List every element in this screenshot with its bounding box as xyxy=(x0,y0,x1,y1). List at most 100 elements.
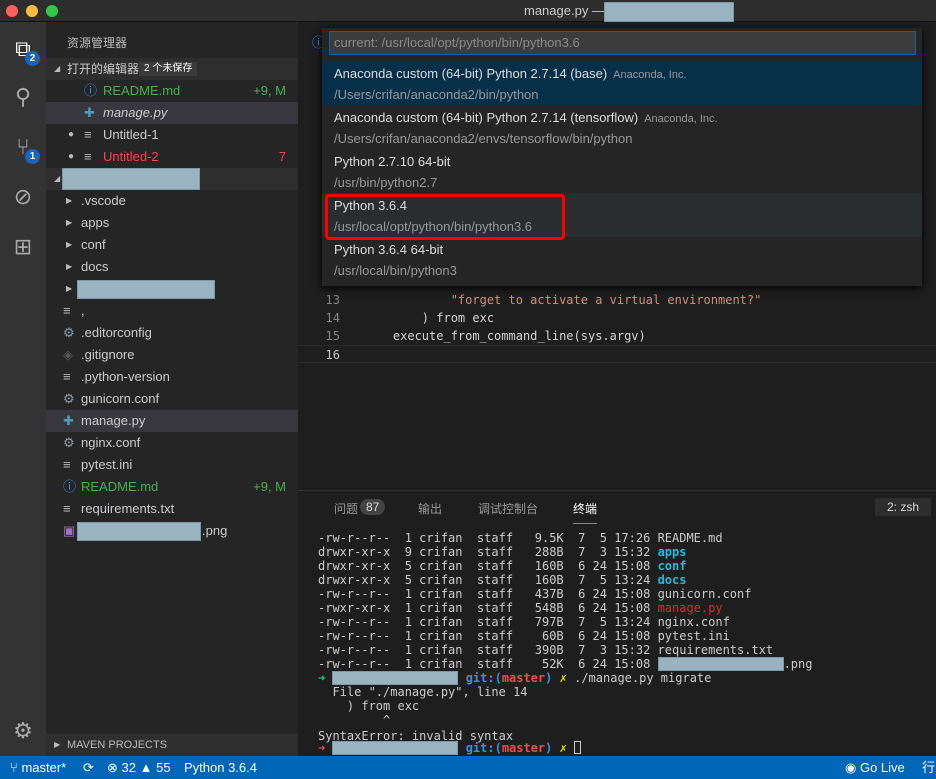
chevron-right-icon: ▶ xyxy=(66,196,73,205)
prompt-arrow-icon: ➜ xyxy=(318,671,333,685)
ls-info: drwxr-xr-x 9 crifan staff 288B 7 3 15:32 xyxy=(318,545,658,559)
tree-item[interactable]: ▶ xyxy=(46,278,298,300)
file-name: .png xyxy=(202,523,228,538)
tree-item[interactable]: ✚ manage.py xyxy=(46,410,298,432)
tree-item[interactable]: ⚙ .editorconfig xyxy=(46,322,298,344)
explorer-icon[interactable]: ⧉ 2 xyxy=(0,26,46,72)
interpreter-option[interactable]: Anaconda custom (64-bit) Python 2.7.14 (… xyxy=(322,105,922,149)
scm-badge: 1 xyxy=(25,149,40,164)
ls-info: -rw-r--r-- 1 crifan staff 60B 6 24 15:08 xyxy=(318,629,658,643)
branch-name: master* xyxy=(21,760,67,775)
file-name: Untitled-2 xyxy=(103,149,159,164)
tree-item[interactable]: ⚙ nginx.conf xyxy=(46,432,298,454)
ls-info: -rw-r--r-- 1 crifan staff 437B 6 24 15:0… xyxy=(318,587,658,601)
code-line[interactable]: 15 execute_from_command_line(sys.argv) xyxy=(298,327,936,345)
terminal-line: -rwxr-xr-x 1 crifan staff 548B 6 24 15:0… xyxy=(318,601,723,615)
terminal-line: -rw-r--r-- 1 crifan staff 9.5K 7 5 17:26… xyxy=(318,531,723,545)
unsaved-badge: 2 个未保存 xyxy=(139,62,198,76)
line-indicator[interactable]: 行 xyxy=(922,756,935,779)
problems-count-badge: 87 xyxy=(360,499,386,515)
git-prefix: git:( xyxy=(465,671,502,685)
image-icon: ▣ xyxy=(63,523,76,538)
tree-item[interactable]: ≡, xyxy=(46,300,298,322)
prompt-line: ➜ git:(master) ✗ xyxy=(318,741,582,755)
activity-bar: ⧉ 2 ⚲ ⑂ 1 ⊘ ⊞ ⚙ xyxy=(0,22,46,756)
gear-icon[interactable]: ⚙ xyxy=(0,708,46,754)
source-control-icon[interactable]: ⑂ 1 xyxy=(0,124,46,170)
open-editors-header[interactable]: ◢ 打开的编辑器 2 个未保存 xyxy=(46,58,298,80)
chevron-down-icon: ◢ xyxy=(54,64,61,73)
redacted-path xyxy=(332,671,459,685)
unsaved-dot-icon[interactable]: ● xyxy=(68,124,74,146)
status-bar: ⑂ master* ⟳ ⊗ 32 ▲ 55 Python 3.6.4 ◉ Go … xyxy=(0,756,936,779)
code-line[interactable]: 13 "forget to activate a virtual environ… xyxy=(298,291,936,309)
open-editor-item[interactable]: ⓘ README.md +9, M xyxy=(46,80,298,102)
search-icon[interactable]: ⚲ xyxy=(0,74,46,120)
tree-item[interactable]: ▶ conf xyxy=(46,234,298,256)
minimize-window-button[interactable] xyxy=(26,5,38,17)
branch-item[interactable]: ⑂ master* xyxy=(10,756,66,779)
maximize-window-button[interactable] xyxy=(46,5,58,17)
warning-icon: ▲ xyxy=(139,760,153,775)
interpreter-quick-pick: current: /usr/local/opt/python/bin/pytho… xyxy=(322,28,922,286)
tab-problems[interactable]: 问题 xyxy=(334,500,358,517)
interpreter-search-input[interactable]: current: /usr/local/opt/python/bin/pytho… xyxy=(329,31,916,55)
unsaved-dot-icon[interactable]: ● xyxy=(68,146,74,168)
tab-debug-console[interactable]: 调试控制台 xyxy=(478,500,538,517)
go-live-label: Go Live xyxy=(859,760,905,775)
git-branch: master xyxy=(501,741,546,755)
open-editor-item[interactable]: ● ≡ Untitled-2 7 xyxy=(46,146,298,168)
git-branch-icon: ⑂ xyxy=(10,760,18,775)
git-suffix: ) xyxy=(545,671,553,685)
terminal-cursor[interactable] xyxy=(574,741,582,754)
go-live-item[interactable]: ◉ Go Live xyxy=(845,756,905,779)
problems-item[interactable]: ⊗ 32 ▲ 55 xyxy=(107,756,171,779)
open-editor-item[interactable]: ● ≡ Untitled-1 xyxy=(46,124,298,146)
interpreter-option[interactable]: Python 3.6.4 64-bit/usr/local/bin/python… xyxy=(322,237,922,281)
sidebar-title: 资源管理器 xyxy=(67,36,128,50)
tree-item[interactable]: ≡ pytest.ini xyxy=(46,454,298,476)
interpreter-option[interactable]: Anaconda custom (64-bit) Python 2.7.14 (… xyxy=(322,61,922,105)
broadcast-icon: ◉ xyxy=(845,760,857,775)
tree-item[interactable]: ▣ .png xyxy=(46,520,298,542)
code-line[interactable]: 16 xyxy=(298,345,936,363)
tree-item[interactable]: ▶ .vscode xyxy=(46,190,298,212)
debug-icon[interactable]: ⊘ xyxy=(0,174,46,220)
python-interpreter-item[interactable]: Python 3.6.4 xyxy=(184,756,257,779)
file-name: nginx.conf xyxy=(81,435,141,450)
error-icon: ⊗ xyxy=(107,760,118,775)
terminal-select[interactable]: 2: zsh xyxy=(875,498,932,516)
tree-item[interactable]: ≡ .python-version xyxy=(46,366,298,388)
terminal-line: drwxr-xr-x 9 crifan staff 288B 7 3 15:32… xyxy=(318,545,686,559)
redacted-folder-name xyxy=(62,168,200,190)
file-name: .python-version xyxy=(81,369,170,384)
tab-output[interactable]: 输出 xyxy=(418,500,442,517)
tree-item[interactable]: ▶ apps xyxy=(46,212,298,234)
tree-item[interactable]: ≡ requirements.txt xyxy=(46,498,298,520)
tree-item[interactable]: ◈ .gitignore xyxy=(46,344,298,366)
interpreter-option[interactable]: Python 2.7.10 64-bit/usr/bin/python2.7 xyxy=(322,149,922,193)
command: ./manage.py migrate xyxy=(574,671,712,685)
redacted-path xyxy=(332,741,459,755)
tree-item[interactable]: ⚙ gunicorn.conf xyxy=(46,388,298,410)
project-folder-header[interactable]: ◢ xyxy=(46,168,298,190)
extensions-icon[interactable]: ⊞ xyxy=(0,224,46,270)
error-count: 32 xyxy=(121,760,136,775)
tab-terminal[interactable]: 终端 xyxy=(573,500,598,524)
ls-info: -rw-r--r-- 1 crifan staff 390B 7 3 15:32 xyxy=(318,643,658,657)
tree-item[interactable]: ▶ docs xyxy=(46,256,298,278)
sync-icon[interactable]: ⟳ xyxy=(83,756,94,779)
gear-icon: ⚙ xyxy=(63,391,75,406)
terminal-line: drwxr-xr-x 5 crifan staff 160B 7 5 13:24… xyxy=(318,573,686,587)
ls-info: -rw-r--r-- 1 crifan staff 9.5K 7 5 17:26 xyxy=(318,531,658,545)
file-name: conf xyxy=(81,237,106,252)
code-line[interactable]: 14 ) from exc xyxy=(298,309,936,327)
option-path: /usr/bin/python2.7 xyxy=(334,175,438,190)
ls-info: -rwxr-xr-x 1 crifan staff 548B 6 24 15:0… xyxy=(318,601,658,615)
tree-item[interactable]: ⓘ README.md +9, M xyxy=(46,476,298,498)
close-window-button[interactable] xyxy=(6,5,18,17)
text-file-icon: ≡ xyxy=(84,127,92,142)
maven-projects-header[interactable]: ▶ MAVEN PROJECTS xyxy=(46,734,298,756)
open-editor-item[interactable]: ✚ manage.py xyxy=(46,102,298,124)
file-name: .gitignore xyxy=(81,347,135,362)
